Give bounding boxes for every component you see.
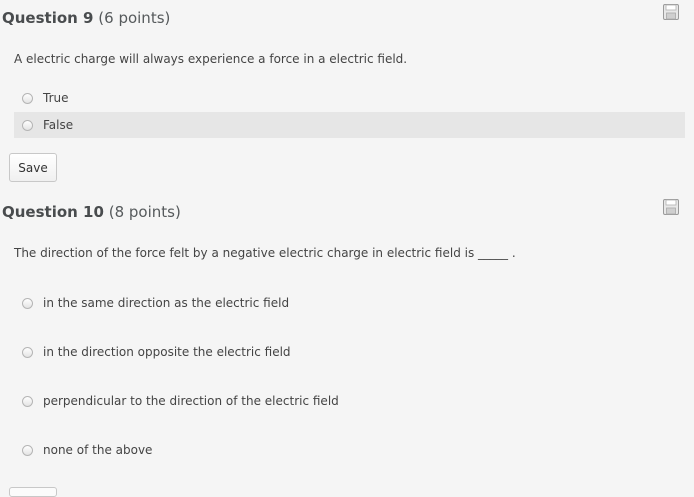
floppy-disk-icon[interactable] xyxy=(663,199,679,215)
question-10-text: The direction of the force felt by a neg… xyxy=(14,246,516,260)
radio-button[interactable] xyxy=(22,92,33,104)
save-button[interactable]: Save xyxy=(9,153,57,182)
option-label: in the direction opposite the electric f… xyxy=(43,345,291,359)
question-10-option-4[interactable]: none of the above xyxy=(14,437,685,463)
partial-save-button[interactable] xyxy=(9,487,57,497)
question-10-title: Question 10 (8 points) xyxy=(2,203,181,221)
option-label: none of the above xyxy=(43,443,153,457)
question-10-points: (8 points) xyxy=(108,203,181,221)
question-9-option-false[interactable]: False xyxy=(14,112,685,138)
question-9-text: A electric charge will always experience… xyxy=(14,52,408,66)
question-9-title: Question 9 (6 points) xyxy=(2,9,170,27)
radio-button[interactable] xyxy=(22,297,33,309)
question-10-name: Question 10 xyxy=(2,203,104,221)
option-label: False xyxy=(43,118,74,132)
question-10-option-3[interactable]: perpendicular to the direction of the el… xyxy=(14,388,685,414)
option-label: perpendicular to the direction of the el… xyxy=(43,394,339,408)
radio-button[interactable] xyxy=(22,346,33,358)
question-9-name: Question 9 xyxy=(2,9,94,27)
question-9-points: (6 points) xyxy=(98,9,171,27)
question-9-option-true[interactable]: True xyxy=(14,85,685,111)
radio-button[interactable] xyxy=(22,395,33,407)
option-label: True xyxy=(43,91,69,105)
radio-button[interactable] xyxy=(22,119,33,131)
question-10-option-2[interactable]: in the direction opposite the electric f… xyxy=(14,339,685,365)
floppy-disk-icon[interactable] xyxy=(663,4,679,20)
question-10-option-1[interactable]: in the same direction as the electric fi… xyxy=(14,290,685,316)
option-label: in the same direction as the electric fi… xyxy=(43,296,290,310)
radio-button[interactable] xyxy=(22,444,33,456)
